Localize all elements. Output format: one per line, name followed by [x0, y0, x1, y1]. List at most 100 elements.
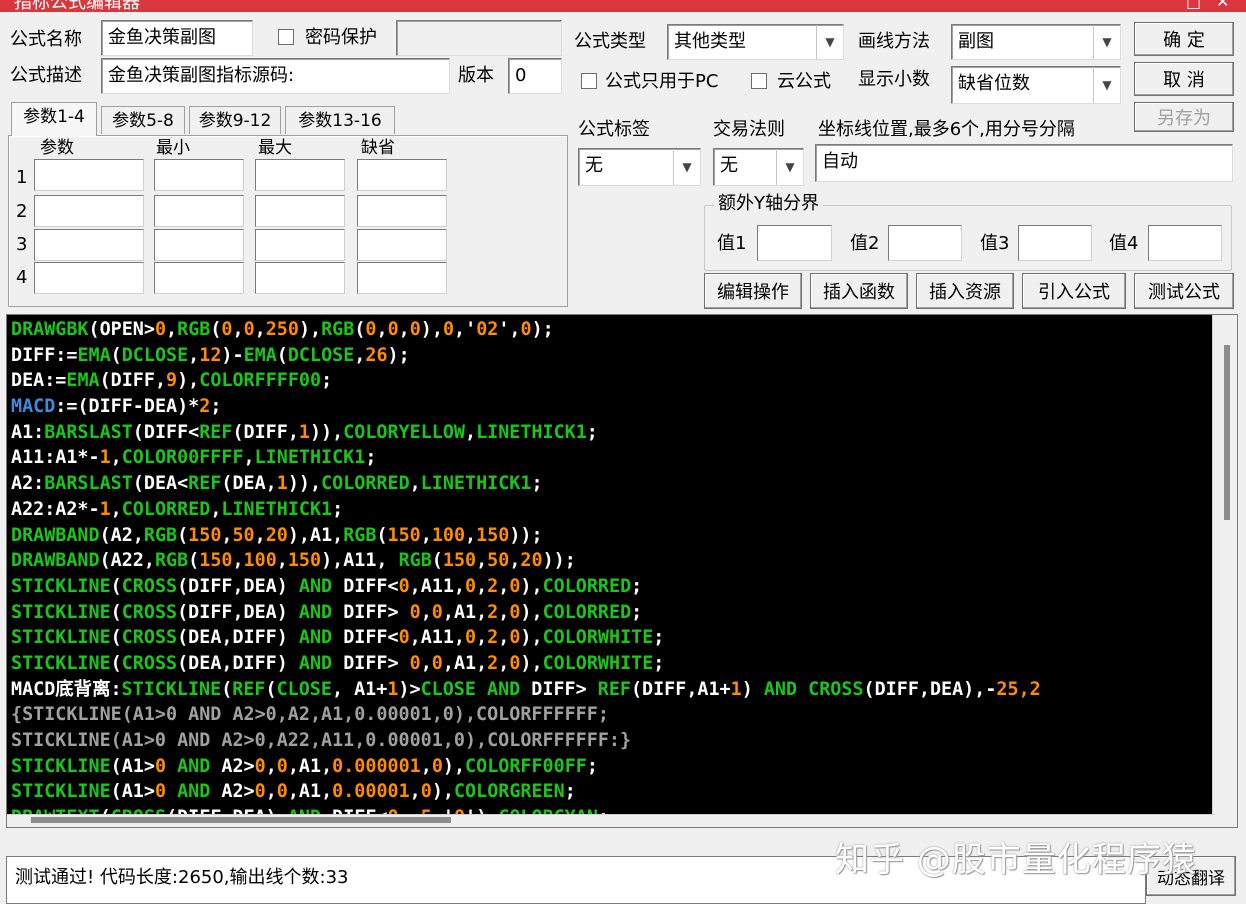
- cancel-button[interactable]: 取 消: [1134, 62, 1234, 96]
- param-2-min-input[interactable]: [154, 195, 244, 227]
- chevron-down-icon[interactable]: ▼: [1093, 67, 1120, 103]
- code-line[interactable]: DRAWGBK(OPEN>0,RGB(0,0,250),RGB(0,0,0),0…: [11, 317, 1041, 343]
- code-token: ,: [232, 319, 244, 340]
- version-input[interactable]: 0: [508, 58, 562, 94]
- code-token: (DIFF,: [99, 370, 167, 392]
- password-input[interactable]: [396, 20, 562, 56]
- param-1-max-input[interactable]: [255, 159, 345, 191]
- test-formula-button[interactable]: 测试公式: [1134, 273, 1234, 309]
- axis-position-input[interactable]: 自动: [815, 144, 1233, 182]
- param-2-name-input[interactable]: [34, 195, 144, 227]
- formula-type-select[interactable]: 其他类型 ▼: [667, 24, 844, 60]
- tab-params-1-4[interactable]: 参数1-4: [11, 102, 97, 136]
- code-line[interactable]: DRAWBAND(A22,RGB(150,100,150),A11, RGB(1…: [11, 548, 1041, 574]
- code-token: LINETHICK1: [420, 473, 532, 495]
- code-line[interactable]: STICKLINE(CROSS(DEA,DIFF) AND DIFF<0,A11…: [11, 625, 1041, 651]
- formula-name-input[interactable]: 金鱼决策副图: [101, 20, 253, 56]
- y-value-1-label: 值1: [717, 233, 747, 254]
- code-line[interactable]: {STICKLINE(A1>0 AND A2>0,A2,A1,0.00001,0…: [11, 702, 1041, 728]
- param-4-default-input[interactable]: [357, 262, 447, 294]
- y-value-3-input[interactable]: [1018, 225, 1092, 261]
- y-value-4-input[interactable]: [1148, 225, 1222, 261]
- param-3-max-input[interactable]: [255, 229, 345, 261]
- ok-button[interactable]: 确 定: [1134, 22, 1234, 56]
- version-label: 版本: [458, 65, 494, 86]
- code-line[interactable]: STICKLINE(A1>0 AND A2>0,A22,A11,0.00001,…: [11, 728, 1041, 754]
- chevron-down-icon[interactable]: ▼: [673, 149, 700, 185]
- code-line[interactable]: STICKLINE(CROSS(DIFF,DEA) AND DIFF> 0,0,…: [11, 600, 1041, 626]
- code-line[interactable]: STICKLINE(CROSS(DIFF,DEA) AND DIFF<0,A11…: [11, 574, 1041, 600]
- code-line[interactable]: STICKLINE(A1>0 AND A2>0,0,A1,0.000001,0)…: [11, 754, 1041, 780]
- formula-tag-label: 公式标签: [578, 119, 650, 140]
- param-1-name-input[interactable]: [34, 159, 144, 191]
- password-checkbox[interactable]: [278, 29, 294, 45]
- param-4-max-input[interactable]: [255, 262, 345, 294]
- code-line[interactable]: DEA:=EMA(DIFF,9),COLORFFFF00;: [11, 368, 1041, 394]
- code-token: DIFF>: [520, 678, 598, 700]
- param-3-default-input[interactable]: [357, 229, 447, 261]
- trade-rule-select[interactable]: 无 ▼: [713, 148, 804, 186]
- code-line[interactable]: A11:A1*-1,COLOR00FFFF,LINETHICK1;: [11, 445, 1041, 471]
- code-token: ,: [398, 319, 410, 340]
- code-line[interactable]: DRAWBAND(A2,RGB(150,50,20),A1,RGB(150,10…: [11, 523, 1041, 549]
- close-icon[interactable]: ✕: [1216, 0, 1229, 11]
- code-line[interactable]: A1:BARSLAST(DIFF<REF(DIFF,1)),COLORYELLO…: [11, 420, 1041, 446]
- import-formula-button[interactable]: 引入公式: [1022, 273, 1126, 309]
- code-token: (DIFF,DEA): [177, 575, 299, 597]
- param-1-min-input[interactable]: [154, 159, 244, 191]
- tab-params-5-8[interactable]: 参数5-8: [101, 106, 185, 134]
- insert-resource-button[interactable]: 插入资源: [916, 273, 1014, 309]
- maximize-icon[interactable]: □: [1186, 0, 1201, 11]
- code-line[interactable]: DIFF:=EMA(DCLOSE,12)-EMA(DCLOSE,26);: [11, 343, 1041, 369]
- param-1-default-input[interactable]: [357, 159, 447, 191]
- code-token: DRAWGBK: [11, 319, 89, 340]
- code-token: ));: [509, 524, 543, 546]
- cloud-checkbox[interactable]: [751, 73, 767, 89]
- formula-tag-select[interactable]: 无 ▼: [578, 148, 701, 186]
- tab-params-9-12[interactable]: 参数9-12: [189, 106, 281, 134]
- scrollbar-thumb[interactable]: [1224, 345, 1230, 520]
- formula-desc-input[interactable]: 金鱼决策副图指标源码:: [101, 58, 450, 94]
- code-line[interactable]: A2:BARSLAST(DEA<REF(DEA,1)),COLORRED,LIN…: [11, 471, 1041, 497]
- code-token: 0: [409, 601, 421, 623]
- code-token: 0: [154, 319, 167, 340]
- code-text[interactable]: DRAWGBK(OPEN>0,RGB(0,0,250),RGB(0,0,0),0…: [11, 317, 1041, 827]
- param-3-name-input[interactable]: [34, 229, 144, 261]
- code-token: 0: [431, 652, 443, 674]
- chevron-down-icon[interactable]: ▼: [776, 149, 803, 185]
- param-4-name-input[interactable]: [34, 262, 144, 294]
- scrollbar-thumb[interactable]: [31, 817, 451, 823]
- param-2-max-input[interactable]: [255, 195, 345, 227]
- code-line[interactable]: STICKLINE(A1>0 AND A2>0,0,A1,0.00001,0),…: [11, 779, 1041, 805]
- save-as-button[interactable]: 另存为: [1134, 102, 1234, 132]
- code-token: ,: [110, 447, 122, 469]
- y-value-1-input[interactable]: [757, 225, 832, 261]
- insert-function-button[interactable]: 插入函数: [810, 273, 908, 309]
- code-token: (A22,: [99, 550, 155, 572]
- edit-ops-button[interactable]: 编辑操作: [704, 273, 802, 309]
- code-token: 0: [154, 755, 167, 777]
- code-token: ,A1,: [442, 652, 488, 674]
- param-row-index: 1: [16, 167, 28, 188]
- param-4-min-input[interactable]: [154, 262, 244, 294]
- param-3-min-input[interactable]: [154, 229, 244, 261]
- draw-method-select[interactable]: 副图 ▼: [951, 24, 1121, 60]
- code-line[interactable]: A22:A2*-1,COLORRED,LINETHICK1;: [11, 497, 1041, 523]
- decimals-select[interactable]: 缺省位数 ▼: [951, 66, 1121, 104]
- vertical-scrollbar[interactable]: [1212, 315, 1237, 827]
- code-line[interactable]: MACD底背离:STICKLINE(REF(CLOSE, A1+1)>CLOSE…: [11, 677, 1041, 703]
- code-editor[interactable]: DRAWGBK(OPEN>0,RGB(0,0,250),RGB(0,0,0),0…: [6, 314, 1238, 828]
- pc-only-checkbox[interactable]: [581, 73, 597, 89]
- y-value-2-input[interactable]: [888, 225, 962, 261]
- horizontal-scrollbar[interactable]: [7, 814, 1215, 827]
- code-token: )),: [287, 473, 322, 495]
- code-line[interactable]: MACD:=(DIFF-DEA)*2;: [11, 394, 1041, 420]
- param-2-default-input[interactable]: [357, 195, 447, 227]
- code-token: 0: [398, 575, 410, 597]
- tab-params-13-16[interactable]: 参数13-16: [285, 106, 395, 134]
- chevron-down-icon[interactable]: ▼: [816, 25, 843, 59]
- chevron-down-icon[interactable]: ▼: [1093, 25, 1120, 59]
- code-line[interactable]: STICKLINE(CROSS(DEA,DIFF) AND DIFF> 0,0,…: [11, 651, 1041, 677]
- code-token: );: [531, 319, 554, 340]
